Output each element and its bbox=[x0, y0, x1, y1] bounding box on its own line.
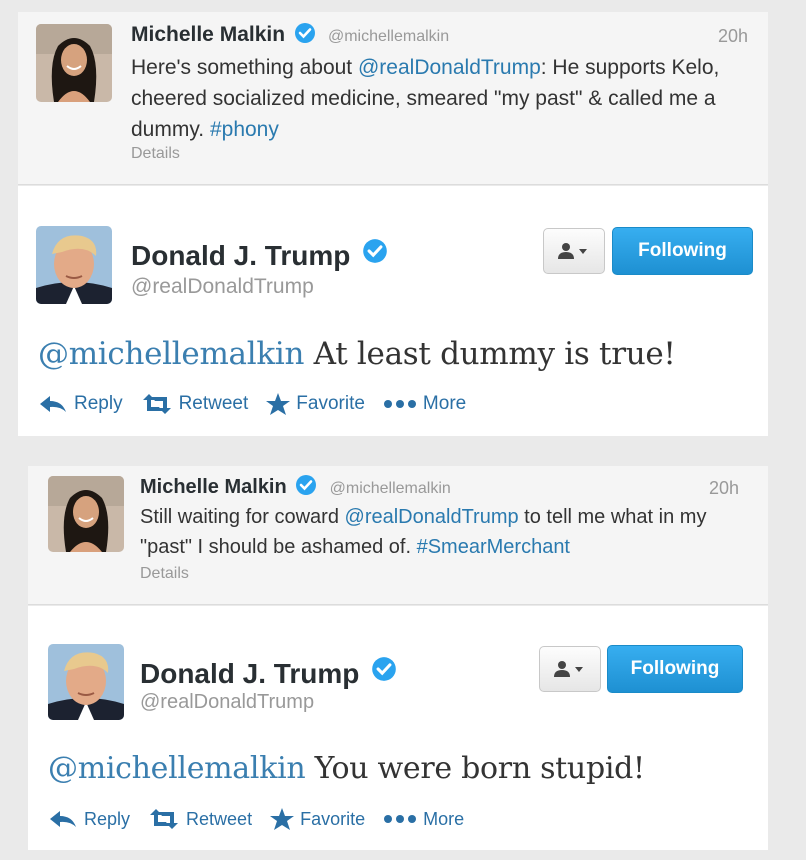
reply-tweet[interactable]: Michelle Malkin @michellemalkin 20h Stil… bbox=[28, 466, 768, 605]
user-actions-button[interactable] bbox=[543, 228, 605, 274]
reply-label: Reply bbox=[74, 393, 123, 414]
text-segment: Still waiting for coward bbox=[140, 506, 345, 528]
details-link[interactable]: Details bbox=[140, 565, 189, 583]
reply-button[interactable]: Reply bbox=[48, 809, 130, 830]
mention-link[interactable]: @realDonaldTrump bbox=[345, 506, 519, 528]
verified-icon bbox=[294, 22, 316, 49]
tweet-text: @michellemalkin At least dummy is true! bbox=[38, 336, 676, 372]
more-dots-icon bbox=[384, 815, 417, 823]
reply-tweet[interactable]: Michelle Malkin @michellemalkin 20h Here… bbox=[18, 12, 768, 185]
avatar[interactable] bbox=[36, 24, 112, 102]
retweet-icon bbox=[142, 394, 171, 414]
verified-icon bbox=[362, 238, 388, 271]
more-button[interactable]: More bbox=[383, 809, 464, 830]
trump-avatar-image bbox=[48, 644, 124, 720]
more-label: More bbox=[422, 393, 467, 414]
trump-avatar-image bbox=[36, 226, 112, 304]
text-segment: You were born stupid! bbox=[305, 751, 645, 786]
reply-icon bbox=[40, 396, 66, 412]
tweet-text: Still waiting for coward @realDonaldTrum… bbox=[140, 502, 740, 562]
retweet-icon bbox=[150, 809, 179, 829]
hashtag-link[interactable]: #phony bbox=[210, 118, 279, 141]
user-dropdown-icon bbox=[554, 661, 583, 677]
avatar[interactable] bbox=[48, 644, 124, 720]
author-name[interactable]: Michelle Malkin bbox=[140, 476, 287, 498]
following-button[interactable]: Following bbox=[612, 227, 753, 275]
author-name-text: Donald J. Trump bbox=[131, 240, 351, 271]
author-name[interactable]: Donald J. Trump bbox=[140, 656, 397, 690]
reply-icon bbox=[50, 811, 76, 827]
following-button[interactable]: Following bbox=[607, 645, 743, 693]
text-segment: At least dummy is true! bbox=[304, 336, 676, 372]
reply-label: Reply bbox=[84, 808, 131, 829]
star-icon bbox=[270, 808, 295, 830]
favorite-button[interactable]: Favorite bbox=[266, 393, 365, 415]
avatar[interactable] bbox=[48, 476, 124, 552]
retweet-label: Retweet bbox=[178, 393, 249, 414]
more-dots-icon bbox=[383, 400, 416, 408]
user-dropdown-icon bbox=[558, 243, 587, 259]
michelle-avatar-image bbox=[36, 24, 112, 102]
favorite-button[interactable]: Favorite bbox=[270, 808, 365, 830]
author-name[interactable]: Donald J. Trump bbox=[131, 238, 388, 272]
tweet-actions: Reply Retweet Favorite More bbox=[38, 393, 484, 415]
main-tweet: Donald J. Trump @realDonaldTrump Followi… bbox=[28, 606, 768, 850]
tweet-text: @michellemalkin You were born stupid! bbox=[48, 751, 645, 786]
timestamp[interactable]: 20h bbox=[718, 26, 748, 47]
author-handle[interactable]: @realDonaldTrump bbox=[131, 275, 314, 299]
retweet-label: Retweet bbox=[186, 808, 253, 829]
mention-link[interactable]: @michellemalkin bbox=[48, 751, 306, 786]
author-handle[interactable]: @michellemalkin bbox=[330, 480, 451, 497]
mention-link[interactable]: @realDonaldTrump bbox=[358, 56, 541, 79]
verified-icon bbox=[295, 474, 317, 501]
author-handle[interactable]: @michellemalkin bbox=[328, 28, 449, 45]
michelle-avatar-image bbox=[48, 476, 124, 552]
star-icon bbox=[266, 393, 291, 415]
tweet-actions: Reply Retweet Favorite More bbox=[48, 808, 482, 830]
tweet-text: Here's something about @realDonaldTrump:… bbox=[131, 52, 741, 145]
details-link[interactable]: Details bbox=[131, 145, 180, 163]
retweet-button[interactable]: Retweet bbox=[141, 393, 249, 415]
mention-link[interactable]: @michellemalkin bbox=[38, 336, 304, 372]
user-actions-button[interactable] bbox=[539, 646, 601, 692]
more-button[interactable]: More bbox=[383, 393, 466, 415]
author-name[interactable]: Michelle Malkin bbox=[131, 23, 285, 46]
more-label: More bbox=[423, 808, 465, 829]
favorite-label: Favorite bbox=[300, 808, 366, 829]
author-name-text: Donald J. Trump bbox=[140, 658, 360, 689]
author-handle[interactable]: @realDonaldTrump bbox=[140, 691, 314, 714]
favorite-label: Favorite bbox=[296, 393, 365, 414]
timestamp[interactable]: 20h bbox=[709, 478, 739, 499]
retweet-button[interactable]: Retweet bbox=[148, 809, 252, 830]
hashtag-link[interactable]: #SmearMerchant bbox=[417, 536, 570, 558]
text-segment: Here's something about bbox=[131, 56, 358, 79]
reply-button[interactable]: Reply bbox=[38, 393, 123, 415]
avatar[interactable] bbox=[36, 226, 112, 304]
main-tweet: Donald J. Trump @realDonaldTrump Followi… bbox=[18, 186, 768, 436]
verified-icon bbox=[371, 656, 397, 689]
